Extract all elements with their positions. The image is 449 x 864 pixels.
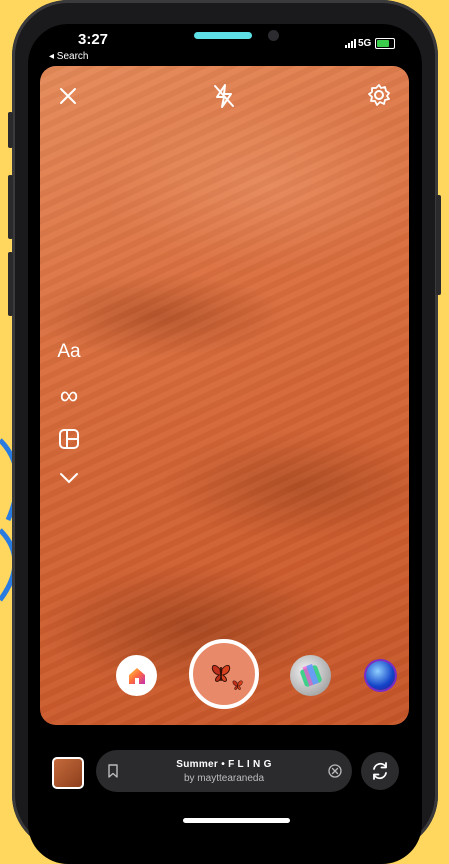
prism-effect-button[interactable] (290, 655, 331, 696)
prism-icon (300, 663, 322, 687)
home-indicator[interactable] (183, 818, 290, 823)
home-icon (128, 667, 145, 684)
speaker-grille (194, 32, 252, 39)
back-to-search-link[interactable]: ◂ Search (49, 51, 88, 62)
create-mode-button[interactable]: Aa (56, 341, 82, 363)
settings-gear-icon[interactable] (366, 82, 392, 108)
capture-shutter-button[interactable] (189, 639, 259, 709)
camera-viewfinder[interactable] (40, 66, 409, 725)
layout-icon[interactable] (56, 428, 82, 456)
status-indicators: 5G (345, 38, 396, 49)
effect-name: Summer • F L I N G (176, 759, 272, 770)
front-camera (268, 30, 279, 41)
battery-level (377, 40, 389, 47)
signal-icon (345, 39, 356, 48)
effect-author: by mayttearaneda (183, 773, 265, 784)
flash-off-icon[interactable] (211, 82, 237, 110)
battery-icon (375, 38, 396, 49)
remove-effect-icon[interactable] (328, 764, 342, 783)
notch (120, 24, 330, 54)
flip-camera-icon[interactable] (361, 752, 399, 790)
close-icon[interactable] (56, 84, 80, 108)
home-effect-button[interactable] (116, 655, 157, 696)
volume-up-button (8, 175, 13, 239)
butterfly-icon (211, 664, 243, 690)
chevron-down-icon[interactable] (56, 470, 82, 492)
status-time: 3:27 (78, 31, 109, 48)
network-label: 5G (358, 38, 372, 49)
power-button (436, 195, 441, 295)
side-button (8, 112, 13, 148)
boomerang-button[interactable]: ∞ (56, 381, 82, 409)
blue-orb-effect-button[interactable] (366, 661, 395, 690)
gallery-thumbnail[interactable] (52, 757, 84, 789)
volume-down-button (8, 252, 13, 316)
effect-info-pill[interactable]: Summer • F L I N G by mayttearaneda (96, 750, 352, 792)
